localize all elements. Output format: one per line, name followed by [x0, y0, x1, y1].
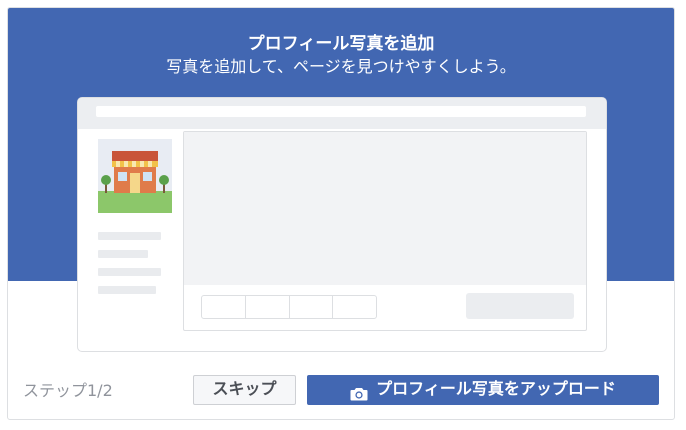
preview-text-line — [98, 232, 161, 240]
preview-main-area — [183, 131, 587, 331]
add-profile-photo-dialog: プロフィール写真を追加 写真を追加して、ページを見つけやすくしよう。 ステップ1… — [7, 7, 675, 420]
skip-button[interactable]: スキップ — [193, 375, 296, 405]
dialog-subtitle: 写真を追加して、ページを見つけやすくしよう。 — [166, 57, 516, 76]
preview-tab — [333, 296, 376, 318]
preview-tab — [290, 296, 334, 318]
preview-tab — [202, 296, 246, 318]
preview-tabs — [201, 295, 377, 319]
preview-address-bar — [96, 106, 586, 117]
preview-cover-photo — [184, 132, 586, 285]
preview-text-line — [98, 250, 148, 258]
step-indicator: ステップ1/2 — [23, 381, 113, 400]
camera-icon — [350, 383, 368, 401]
preview-text-line — [98, 286, 156, 294]
preview-tab — [246, 296, 290, 318]
preview-text-line — [98, 268, 161, 276]
preview-browser-bar — [78, 98, 606, 129]
dialog-title: プロフィール写真を追加 — [247, 34, 435, 54]
preview-action-button — [466, 293, 574, 319]
storefront-icon — [98, 139, 172, 213]
upload-profile-photo-button[interactable]: プロフィール写真をアップロード — [307, 375, 659, 405]
upload-button-label: プロフィール写真をアップロード — [376, 381, 616, 398]
page-preview-illustration — [77, 97, 607, 352]
